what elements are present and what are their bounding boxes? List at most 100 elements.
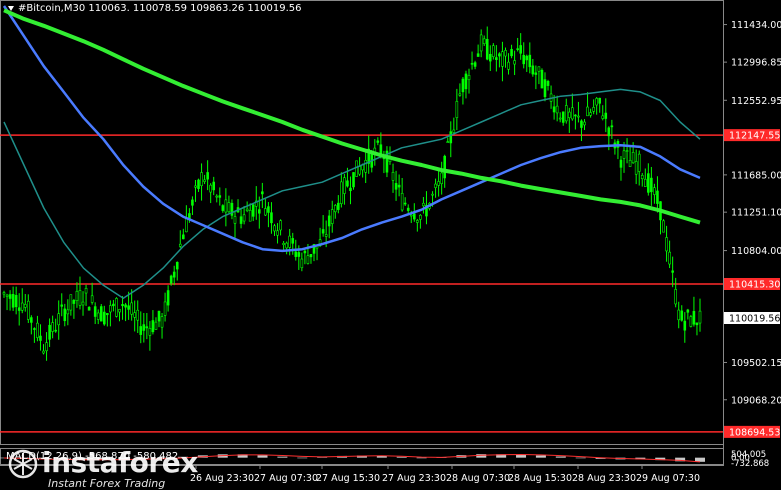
level-tag-label: 110415.30 — [729, 279, 780, 290]
candle-body — [498, 53, 501, 57]
time-label: 28 Aug 15:30 — [508, 473, 572, 484]
candle-body — [564, 105, 568, 122]
candle-body — [634, 161, 638, 175]
price-label: 111251.10 — [731, 208, 781, 219]
time-label: 26 Aug 23:30 — [190, 473, 254, 484]
candle-body — [686, 309, 690, 313]
candle-body — [17, 307, 21, 311]
candle-body — [571, 107, 574, 120]
candle-body — [166, 290, 170, 306]
candle-body — [501, 51, 504, 67]
candle-body — [66, 309, 70, 315]
candle-body — [175, 261, 179, 270]
macd-histogram-bar — [416, 457, 427, 459]
ohlc-values: 110063. 110078.59 109863.26 110019.56 — [88, 3, 302, 14]
macd-histogram-bar — [555, 456, 566, 458]
candle-body — [33, 328, 36, 330]
candle-body — [109, 305, 112, 313]
candle-body — [665, 237, 668, 252]
candle-body — [2, 292, 6, 295]
candle-body — [303, 250, 307, 254]
candle-body — [443, 155, 446, 179]
candle-body — [552, 106, 556, 113]
candle-body — [577, 115, 580, 118]
candle-body — [516, 48, 519, 50]
candle-body — [264, 208, 267, 216]
candle-body — [522, 54, 526, 65]
candle-body — [251, 204, 255, 217]
price-label: 109502.15 — [731, 358, 781, 369]
candle-body — [656, 190, 659, 204]
candle-body — [580, 120, 583, 128]
candle-body — [121, 304, 124, 307]
level-tag-label: 112147.55 — [729, 131, 780, 142]
candle-body — [81, 301, 85, 306]
macd-histogram-bar — [297, 457, 308, 459]
candle-body — [267, 206, 270, 213]
candle-body — [640, 175, 644, 180]
candle-body — [42, 350, 45, 354]
candle-body — [647, 173, 650, 193]
candle-body — [431, 193, 434, 196]
candle-body — [592, 107, 595, 112]
time-label: 29 Aug 07:30 — [636, 473, 700, 484]
candle-body — [169, 275, 173, 284]
candle-body — [671, 270, 674, 273]
candle-body — [458, 93, 462, 96]
macd-scale-label: -732.868 — [731, 459, 769, 469]
logo-tagline: Instant Forex Trading — [48, 477, 166, 490]
candle-body — [413, 213, 416, 220]
candle-body — [309, 254, 313, 258]
candle-body — [102, 311, 106, 325]
candle-body — [400, 193, 404, 211]
candle-body — [467, 75, 471, 80]
candle-body — [598, 97, 602, 104]
candle-body — [330, 209, 334, 224]
candle-body — [622, 150, 626, 159]
moving-averages — [2, 5, 701, 299]
candle-body — [604, 112, 608, 119]
candle-body — [540, 69, 544, 89]
macd-histogram-bar — [277, 456, 288, 458]
candle-body — [653, 187, 656, 195]
candle-body — [473, 62, 477, 67]
logo-brand: instaforex — [42, 446, 198, 479]
candle-body — [364, 160, 367, 173]
candle-body — [51, 322, 54, 332]
candle-body — [297, 252, 301, 257]
candle-body — [437, 181, 440, 186]
candle-body — [245, 208, 249, 212]
time-label: 27 Aug 07:30 — [254, 473, 318, 484]
candle-body — [115, 298, 118, 317]
candle-body — [27, 300, 30, 320]
ma-fast-line — [3, 88, 701, 299]
candle-body — [90, 295, 94, 303]
price-label: 112552.95 — [731, 96, 781, 107]
level-tag-label: 108694.53 — [729, 427, 780, 438]
candle-body — [482, 38, 486, 45]
candle-body — [488, 53, 492, 62]
candle-body — [464, 73, 468, 90]
candle-body — [513, 60, 516, 65]
candle-body — [625, 150, 629, 152]
candle-body — [650, 177, 653, 193]
candle-body — [680, 310, 684, 321]
candle-body — [30, 317, 33, 323]
candle-body — [261, 191, 264, 195]
candle-body — [561, 111, 565, 123]
candle-body — [568, 111, 571, 118]
candle-body — [39, 335, 42, 341]
price-chart[interactable]: 111434.00 112996.85 112552.95 111685.00 1112… — [0, 0, 781, 489]
candle-body — [11, 294, 15, 308]
macd-histogram-bar — [396, 456, 407, 458]
macd-histogram-bar — [575, 457, 586, 459]
candle-body — [273, 225, 276, 232]
candle-body — [352, 172, 355, 188]
candle-body — [455, 101, 459, 118]
candle-body — [683, 320, 687, 331]
candle-body — [142, 324, 146, 331]
candle-body — [212, 181, 216, 191]
candle-body — [610, 125, 614, 128]
candle-body — [194, 185, 197, 188]
ma-slow-line — [3, 8, 701, 225]
